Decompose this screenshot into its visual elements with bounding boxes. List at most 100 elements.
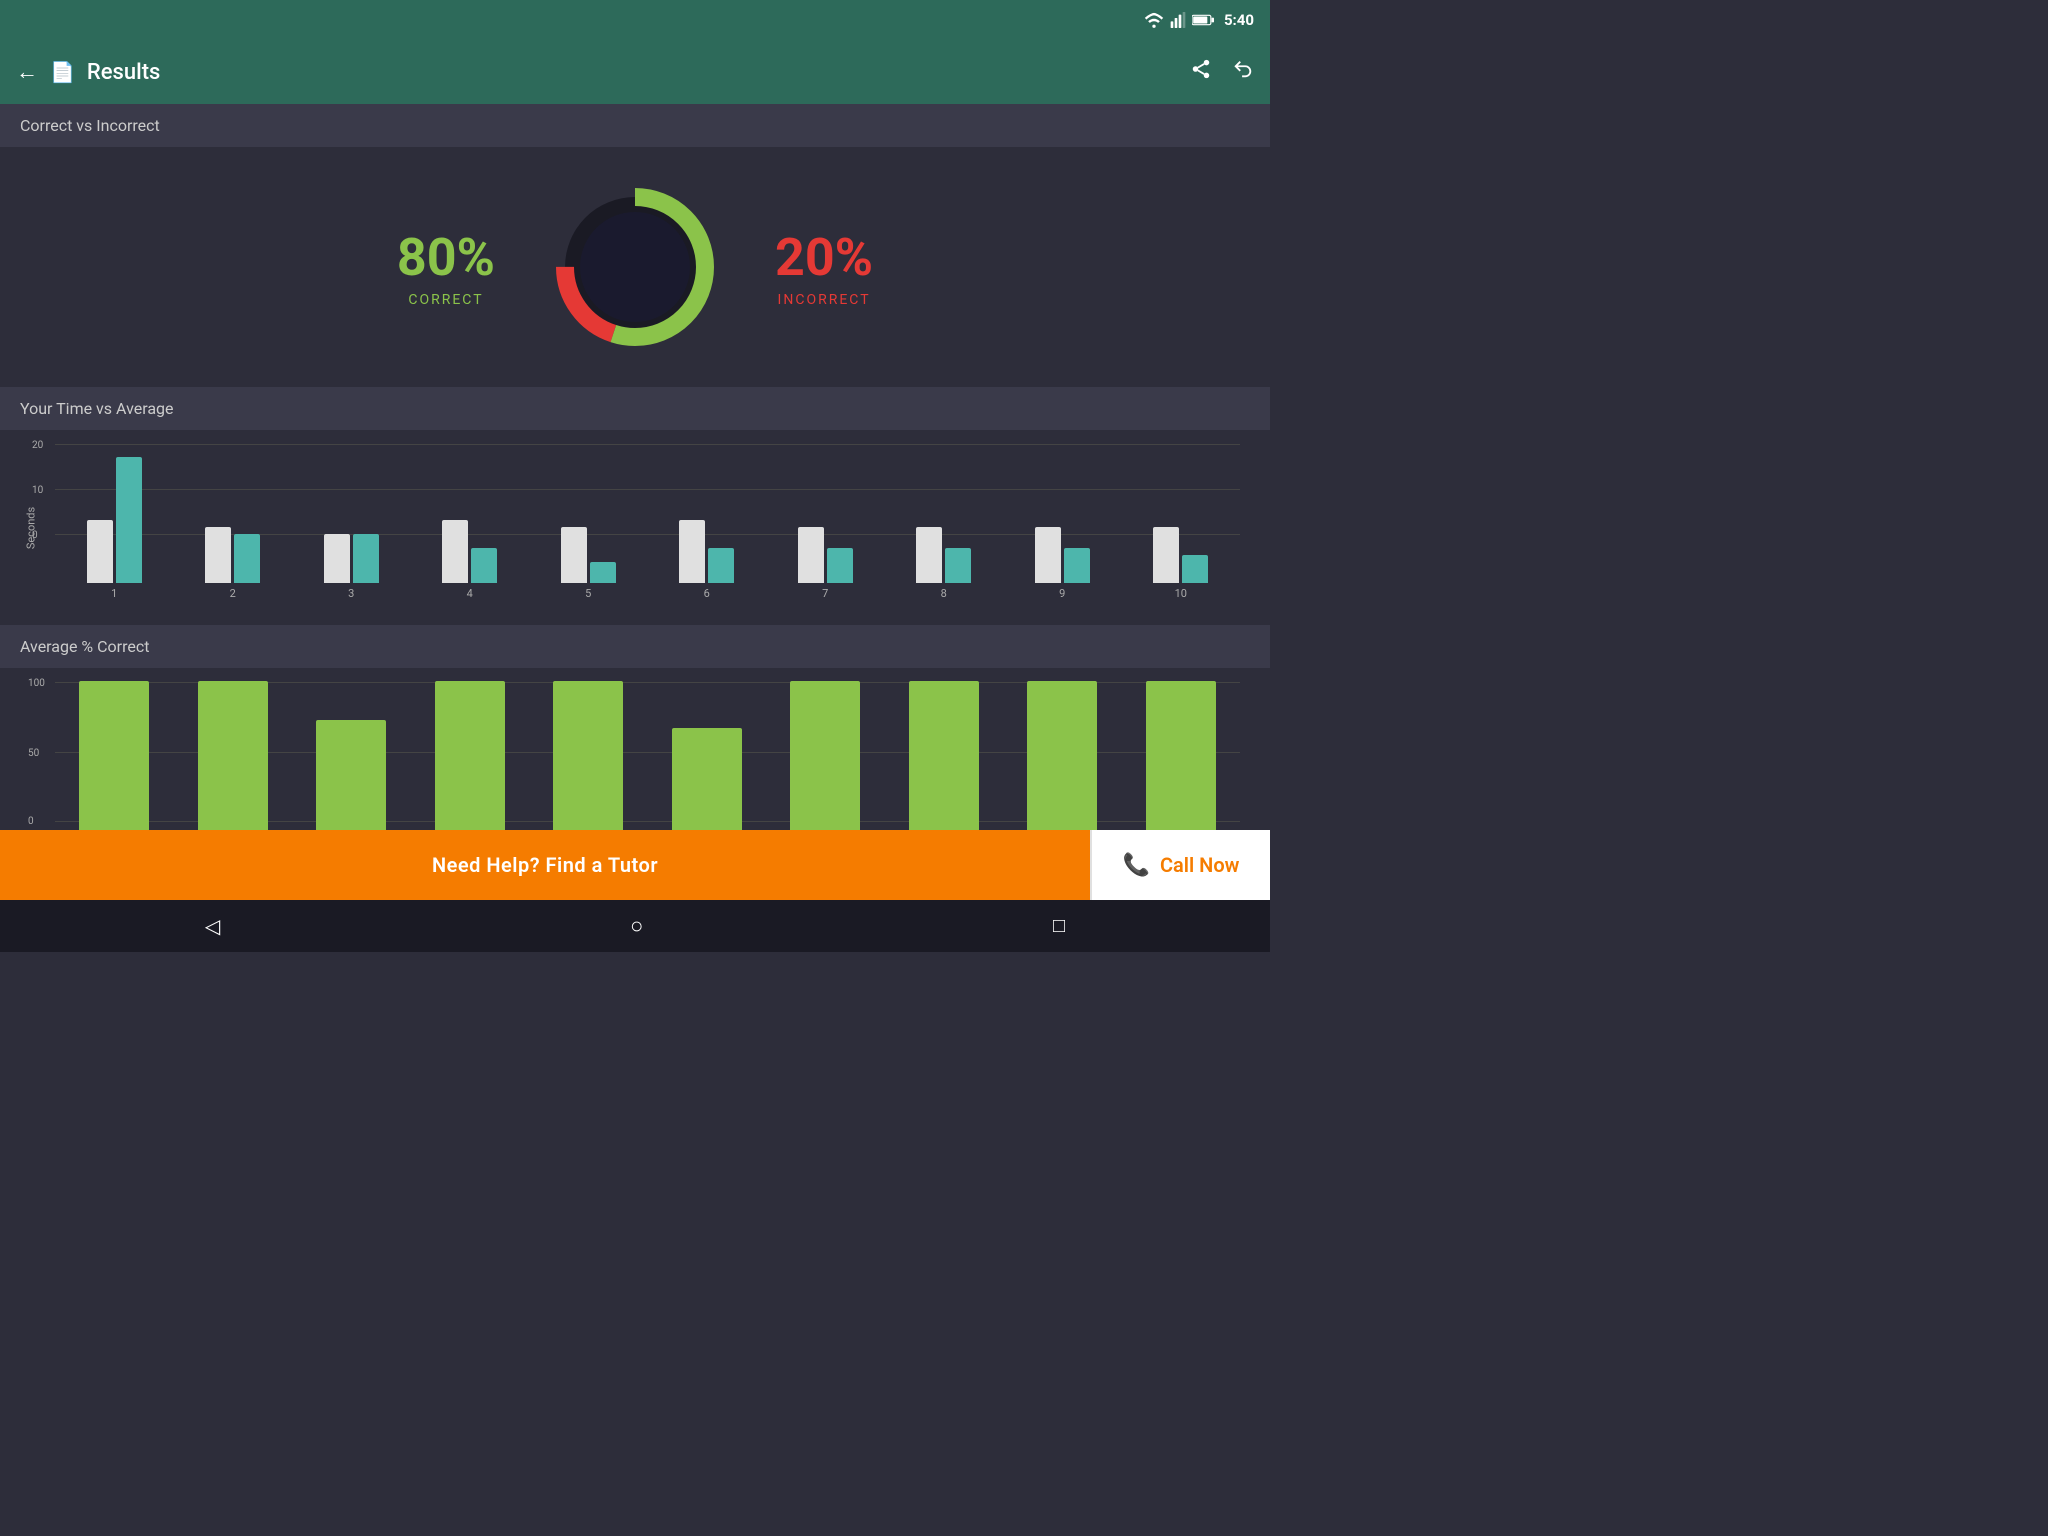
bar-label: 4 [467,587,473,600]
doc-icon: 📄 [50,60,75,84]
avg-bar-pair: 2 [198,681,268,830]
avg-bar-pair: 9 [1027,681,1097,830]
time-bar-pair: 4 [442,520,497,600]
teal-bar [234,534,260,583]
bottom-banner: Need Help? Find a Tutor 📞 Call Now [0,830,1270,900]
avg-bar-pair: 4 [435,681,505,830]
white-bar [916,527,942,583]
grid-line-20 [55,444,1240,445]
time-bar-pair: 9 [1035,527,1090,600]
time-vs-average-header: Your Time vs Average [0,387,1270,430]
teal-bar [708,548,734,583]
white-bar [798,527,824,583]
correct-label: CORRECT [397,292,495,308]
bar-label: 5 [585,587,591,600]
nav-recent-button[interactable]: □ [1053,915,1065,938]
teal-bar [471,548,497,583]
teal-bar [1064,548,1090,583]
status-time: 5:40 [1224,11,1254,29]
teal-bar [353,534,379,583]
time-bar-pair: 7 [798,527,853,600]
bar-label: 7 [822,587,828,600]
white-bar [205,527,231,583]
signal-icon [1170,12,1186,28]
time-bar-pair: 3 [324,534,379,600]
donut-section: 80% CORRECT 20% INCORRECT [0,147,1270,387]
bar-label: 9 [1059,587,1065,600]
avg-section: 100 50 0 12345678910 [0,668,1270,830]
green-bar [198,681,268,830]
green-bar [79,681,149,830]
correct-incorrect-header: Correct vs Incorrect [0,104,1270,147]
bar-label: 6 [704,587,710,600]
y-label-0: 0 [32,530,38,541]
phone-icon: 📞 [1123,853,1150,878]
incorrect-percent: 20% [775,227,873,288]
green-bar [1027,681,1097,830]
main-content: Correct vs Incorrect 80% CORRECT 20% INC… [0,104,1270,830]
time-section: Seconds 20 10 0 1 2 3 4 5 6 7 8 9 10 [0,430,1270,625]
green-bar [1146,681,1216,830]
call-now-text: Call Now [1160,853,1239,877]
white-bar [679,520,705,583]
avg-bar-pair: 8 [909,681,979,830]
white-bar [561,527,587,583]
bar-label: 10 [1175,587,1187,600]
white-bar [442,520,468,583]
donut-chart [545,177,725,357]
incorrect-label: INCORRECT [775,292,873,308]
green-bar [909,681,979,830]
avg-bar-pair: 1 [79,681,149,830]
y-label-10: 10 [32,485,43,496]
teal-bar [827,548,853,583]
bar-label: 8 [941,587,947,600]
share-button[interactable] [1190,58,1212,86]
bar-label: 2 [230,587,236,600]
correct-percent: 80% [397,227,495,288]
avg-bars: 12345678910 [55,698,1240,830]
time-bar-pair: 2 [205,527,260,600]
green-bar [672,728,742,831]
bar-label: 3 [348,587,354,600]
green-bar [435,681,505,830]
avg-bar-pair: 10 [1146,681,1216,830]
nav-bar: ◁ ○ □ [0,900,1270,952]
avg-bar-pair: 6 [672,728,742,831]
avg-y-label-50: 50 [28,748,39,759]
time-bar-pair: 1 [87,457,142,600]
app-bar: ← 📄 Results [0,40,1270,104]
avg-y-label-100: 100 [28,678,45,689]
avg-y-label-0: 0 [28,816,34,827]
battery-icon [1192,12,1214,28]
status-bar: 5:40 [0,0,1270,40]
wifi-icon [1144,12,1164,28]
teal-bar [945,548,971,583]
status-icons: 5:40 [1144,11,1254,29]
time-bar-pair: 8 [916,527,971,600]
white-bar [1153,527,1179,583]
green-bar [316,720,386,830]
call-now-button[interactable]: 📞 Call Now [1090,830,1270,900]
refresh-button[interactable] [1232,58,1254,86]
green-bar [790,681,860,830]
find-tutor-banner[interactable]: Need Help? Find a Tutor [0,830,1090,900]
white-bar [324,534,350,583]
nav-home-button[interactable]: ○ [630,913,643,939]
white-bar [87,520,113,583]
banner-text: Need Help? Find a Tutor [432,853,658,877]
avg-bar-pair: 7 [790,681,860,830]
time-y-axis-label: Seconds [25,506,38,548]
teal-bar [1182,555,1208,583]
time-bar-pair: 5 [561,527,616,600]
avg-bar-pair: 5 [553,681,623,830]
white-bar [1035,527,1061,583]
teal-bar [116,457,142,583]
back-button[interactable]: ← [16,59,38,85]
time-bars: 1 2 3 4 5 6 7 8 9 10 [55,460,1240,600]
time-bar-pair: 10 [1153,527,1208,600]
nav-back-button[interactable]: ◁ [205,914,220,939]
teal-bar [590,562,616,583]
app-title: Results [87,60,160,85]
y-label-20: 20 [32,440,43,451]
time-bar-pair: 6 [679,520,734,600]
